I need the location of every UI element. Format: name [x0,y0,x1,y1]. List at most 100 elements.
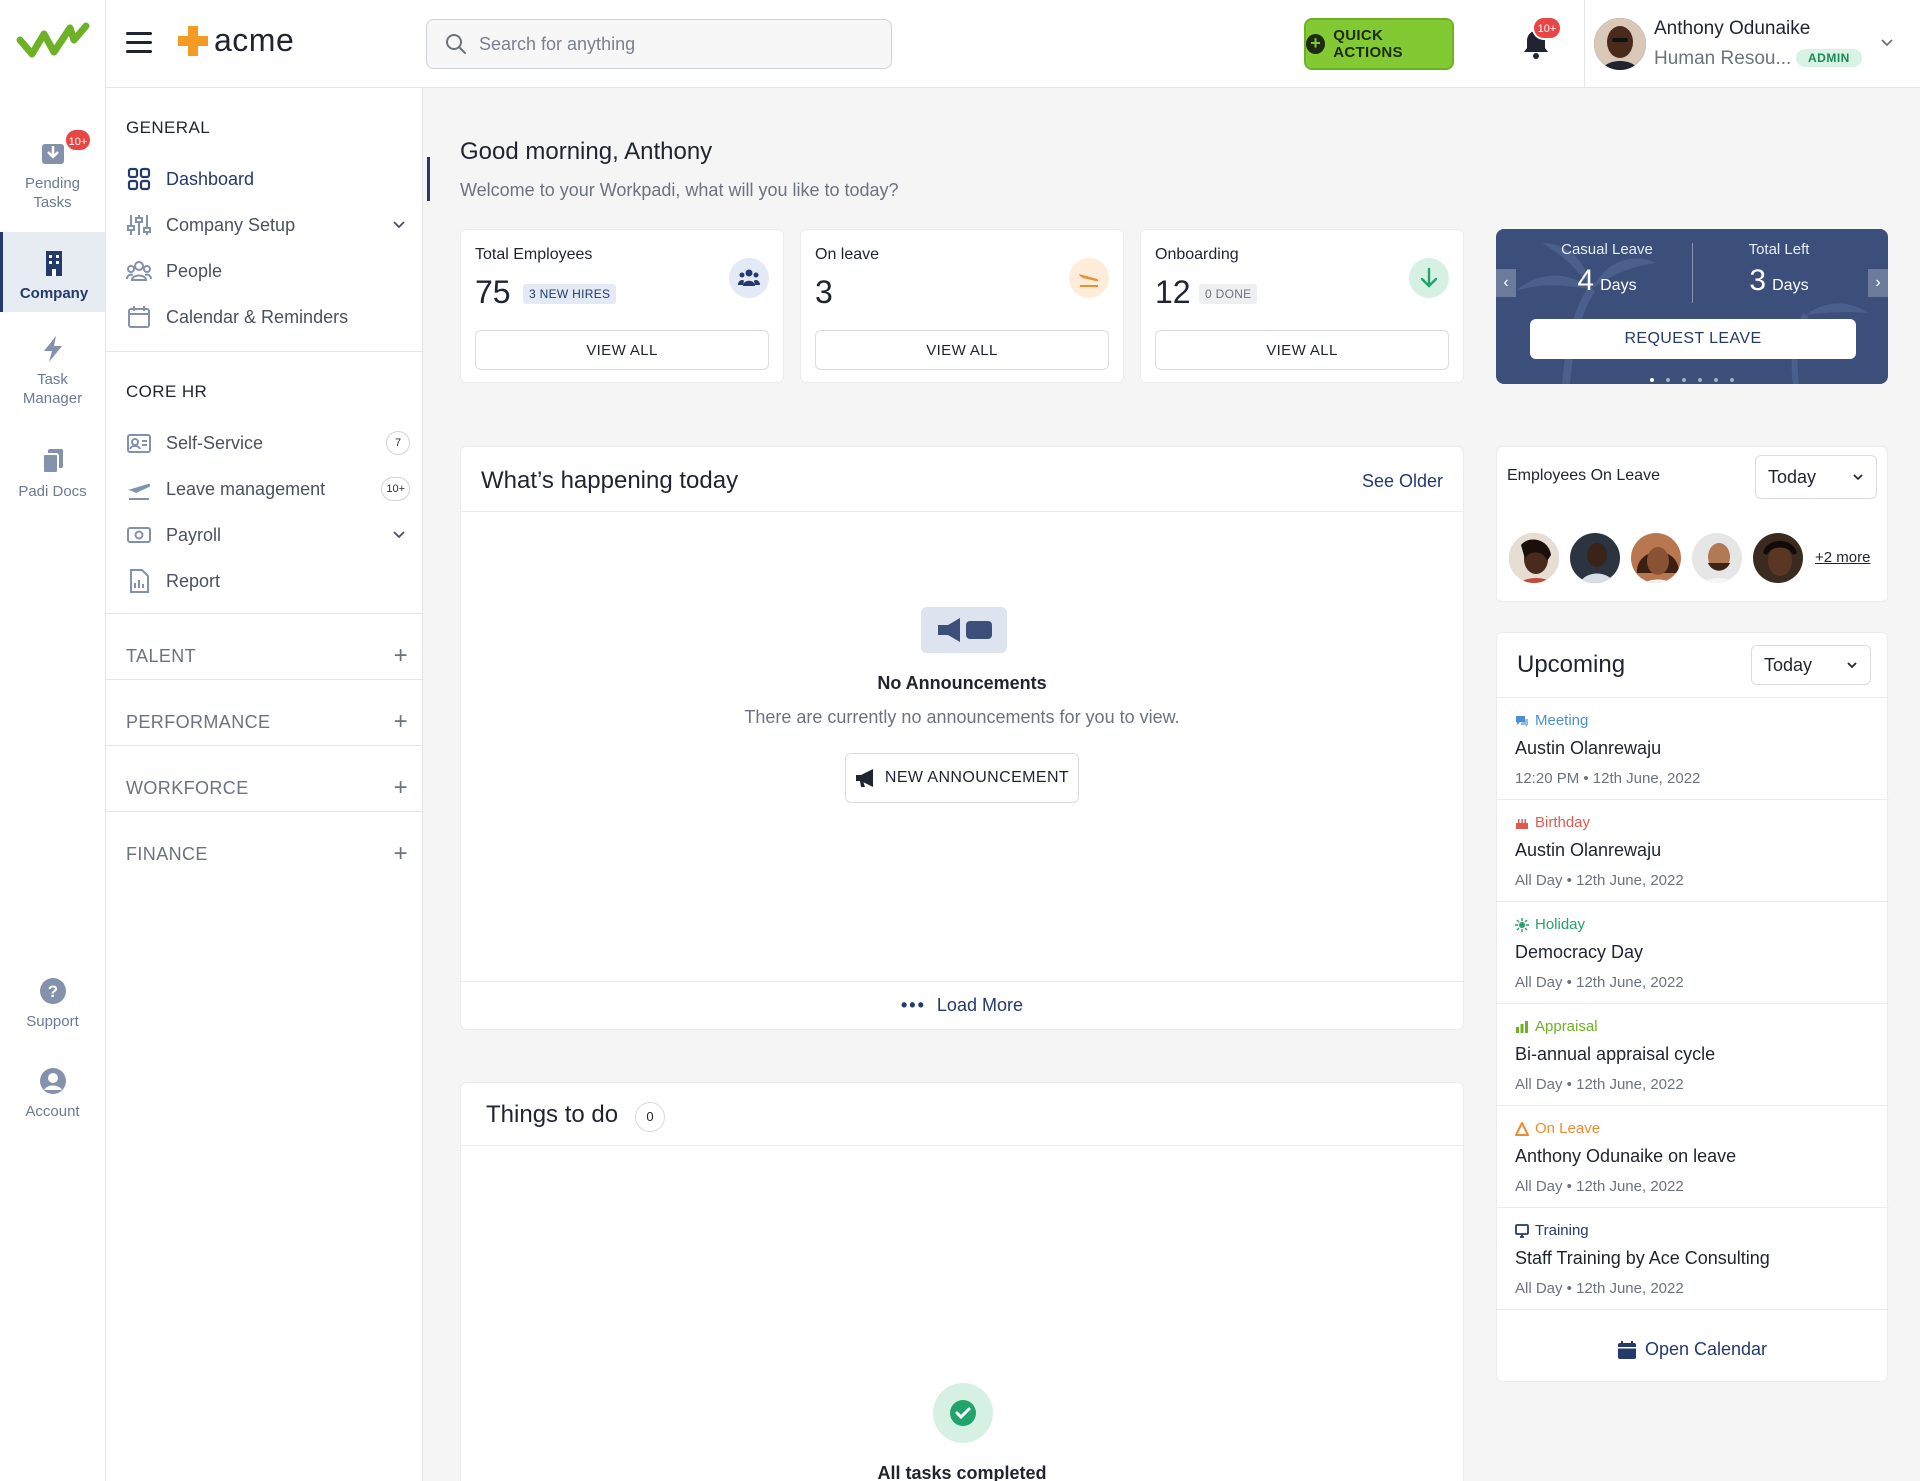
rail-company[interactable]: Company [0,232,105,312]
employee-avatar[interactable] [1507,531,1561,585]
search-box[interactable] [426,19,892,69]
rail-label-padi-docs: Padi Docs [18,483,87,500]
sidebar-group-talent[interactable]: TALENT + [126,642,416,669]
more-employees-link[interactable]: +2 more [1815,549,1870,566]
done-chip: 0 DONE [1199,284,1258,304]
leave-balance-card: ‹ › Casual Leave 4 Days Total Left 3 Days … [1496,229,1888,384]
see-older-link[interactable]: See Older [1362,471,1443,492]
employee-avatar[interactable] [1568,531,1622,585]
section-general: GENERAL [126,118,211,137]
sidebar-item-company-setup[interactable]: Company Setup [126,207,416,243]
nav-label: Company Setup [166,214,296,235]
people-icon [126,261,152,281]
no-announcements-text: There are currently no announcements for… [744,707,1180,727]
sidebar-group-workforce[interactable]: WORKFORCE + [126,776,416,800]
todo-count: 0 [635,1102,665,1132]
sidebar-group-performance[interactable]: PERFORMANCE + [126,710,416,734]
on-leave-filter-select[interactable]: Today [1755,455,1877,499]
rail-label-pending: Pending Tasks [24,175,81,211]
sidebar-item-leave-management[interactable]: Leave management 10+ [126,471,416,507]
rail-task-manager[interactable]: Task Manager [0,334,105,410]
employee-avatar[interactable] [1629,531,1683,585]
upcoming-time: All Day • 12th June, 2022 [1515,872,1684,889]
happening-today-panel: What’s happening today See Older No Anno… [460,446,1464,1030]
stat-value: 12 [1155,274,1191,310]
plane-land-icon [1069,258,1109,298]
view-all-button[interactable]: VIEW ALL [1155,330,1449,370]
sidebar-divider [106,811,422,812]
panel-divider [1497,1309,1887,1310]
rail-label-task-manager: Task Manager [22,371,83,407]
carousel-prev-icon[interactable]: ‹ [1496,269,1516,297]
rail-support[interactable]: ? Support [0,976,105,1032]
page-title: Good morning, Anthony [460,138,713,165]
id-card-icon [127,434,151,453]
upcoming-item-birthday[interactable]: Birthday Austin Olanrewaju All Day • 12t… [1497,799,1889,901]
sidebar: GENERAL Dashboard Company Setup People C… [106,88,430,1481]
rail-account[interactable]: Account [0,1066,105,1122]
view-all-button[interactable]: VIEW ALL [815,330,1109,370]
request-leave-button[interactable]: REQUEST LEAVE [1530,319,1856,359]
upcoming-type: Birthday [1535,814,1591,831]
quick-actions-button[interactable]: + QUICK ACTIONS [1304,18,1454,70]
employee-avatar[interactable] [1690,531,1744,585]
stat-card-onboarding: Onboarding 12 0 DONE VIEW ALL [1140,229,1464,383]
upcoming-type: Training [1535,1222,1589,1239]
company-icon [46,251,62,276]
view-all-button[interactable]: VIEW ALL [475,330,769,370]
sidebar-item-people[interactable]: People [126,253,416,289]
calendar-icon [128,306,150,328]
upcoming-name: Austin Olanrewaju [1515,840,1662,860]
new-announcement-button[interactable]: NEW ANNOUNCEMENT [845,753,1079,803]
calendar-icon [1617,1340,1636,1359]
sidebar-divider [106,679,422,680]
upcoming-name: Austin Olanrewaju [1515,738,1662,758]
upcoming-name: Staff Training by Ace Consulting [1515,1248,1770,1268]
stat-value: 75 [475,274,511,310]
section-core-hr: CORE HR [126,382,208,401]
on-leave-filter-value: Today [1768,466,1817,487]
upcoming-time: 12:20 PM • 12th June, 2022 [1515,770,1701,787]
plus-icon: + [393,642,408,669]
open-calendar-button[interactable]: Open Calendar [1497,1339,1887,1360]
sidebar-group-finance[interactable]: FINANCE + [126,842,416,866]
upcoming-filter-select[interactable]: Today [1751,645,1871,685]
group-label: WORKFORCE [126,778,249,798]
group-label: TALENT [126,646,197,666]
chevron-down-icon[interactable] [1880,36,1894,50]
employee-avatar[interactable] [1751,531,1805,585]
rail-pending-tasks[interactable]: Pending Tasks [0,138,105,214]
sidebar-item-report[interactable]: Report [126,563,416,599]
user-avatar[interactable] [1594,18,1646,70]
panel-divider [461,511,1463,512]
brand[interactable]: acme [176,22,294,59]
sidebar-item-self-service[interactable]: Self-Service 7 [126,425,416,461]
upcoming-type: On Leave [1535,1120,1601,1137]
notification-badge: 10+ [1532,16,1562,40]
days-unit: Days [1772,277,1809,294]
check-circle-icon [933,1383,993,1443]
load-more-button[interactable]: ••• Load More [461,995,1463,1016]
upcoming-item-training[interactable]: Training Staff Training by Ace Consultin… [1497,1207,1889,1309]
upcoming-item-on-leave[interactable]: On Leave Anthony Odunaike on leave All D… [1497,1105,1889,1207]
sidebar-item-calendar[interactable]: Calendar & Reminders [126,299,416,335]
total-left-label: Total Left [1748,241,1810,258]
rail-padi-docs[interactable]: Padi Docs [0,446,105,502]
upcoming-item-appraisal[interactable]: Appraisal Bi-annual appraisal cycle All … [1497,1003,1889,1105]
report-icon [130,569,149,593]
casual-leave-value: 4 [1577,264,1595,297]
casual-leave-label: Casual Leave [1561,241,1653,258]
stat-label: Total Employees [475,246,593,263]
days-unit: Days [1600,277,1637,294]
group-label: PERFORMANCE [126,712,271,732]
sidebar-item-dashboard[interactable]: Dashboard [126,157,430,201]
stat-label: Onboarding [1155,246,1239,263]
sidebar-item-payroll[interactable]: Payroll [126,517,416,553]
upcoming-item-holiday[interactable]: Holiday Democracy Day All Day • 12th Jun… [1497,901,1889,1003]
menu-icon[interactable] [126,32,152,54]
carousel-next-icon[interactable]: › [1868,269,1888,297]
workpadi-logo[interactable] [16,20,90,64]
page-subtitle: Welcome to your Workpadi, what will you … [460,180,899,200]
upcoming-item-meeting[interactable]: Meeting Austin Olanrewaju 12:20 PM • 12t… [1497,697,1889,799]
search-input[interactable] [479,33,879,55]
